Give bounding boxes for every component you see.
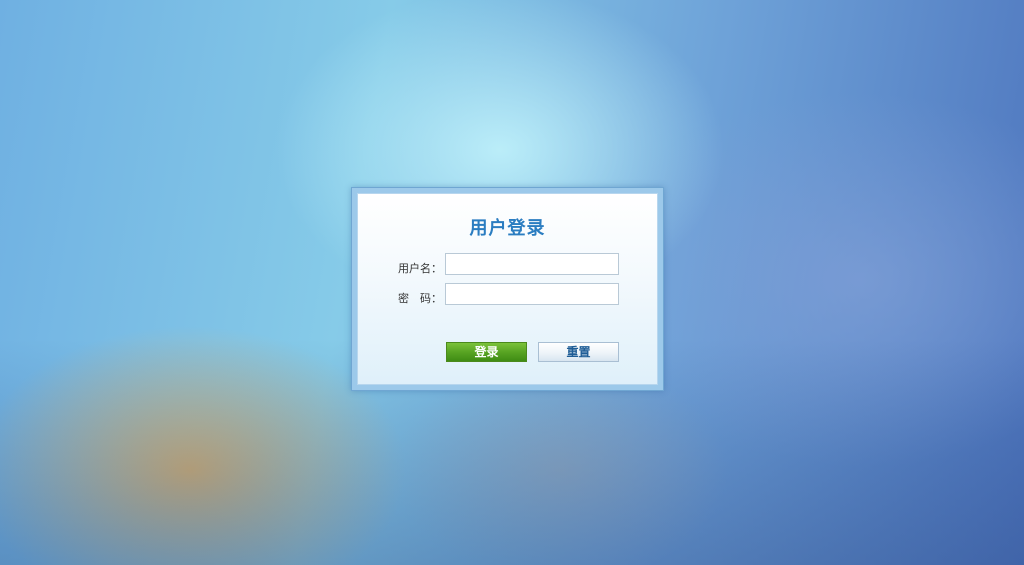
login-title: 用户登录 <box>469 218 546 239</box>
password-input[interactable] <box>445 283 619 305</box>
login-dialog: 用户登录 用户名： 密 码： 登录 重置 <box>351 187 664 391</box>
username-label: 用户名： <box>398 262 442 275</box>
reset-button[interactable]: 重置 <box>538 342 619 362</box>
password-label: 密 码： <box>398 292 442 305</box>
username-input[interactable] <box>445 253 619 275</box>
login-button[interactable]: 登录 <box>446 342 527 362</box>
login-panel: 用户登录 用户名： 密 码： 登录 重置 <box>357 193 658 385</box>
